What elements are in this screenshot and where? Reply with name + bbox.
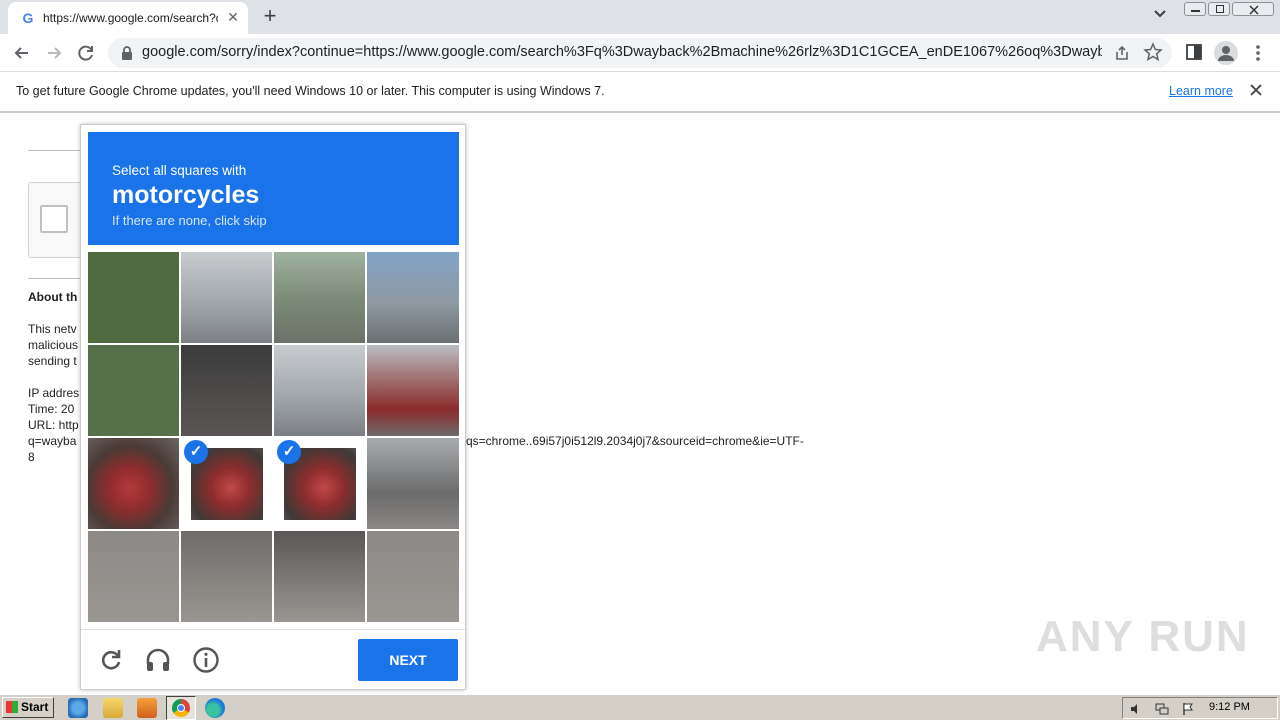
minimize-icon bbox=[1191, 10, 1200, 12]
windows-logo-icon bbox=[6, 701, 18, 713]
reload-challenge-icon[interactable] bbox=[96, 645, 126, 675]
lock-icon[interactable] bbox=[120, 45, 134, 61]
side-panel-icon[interactable] bbox=[1184, 42, 1204, 62]
time-line: Time: 20 bbox=[28, 402, 75, 416]
bookmark-star-icon[interactable] bbox=[1143, 42, 1163, 62]
grid-divider bbox=[88, 436, 459, 438]
anyrun-watermark: ANY RUN bbox=[1036, 612, 1250, 661]
grid-divider bbox=[88, 529, 459, 531]
address-bar[interactable]: google.com/sorry/index?continue=https://… bbox=[108, 38, 1172, 68]
close-icon bbox=[1249, 5, 1259, 15]
forward-arrow-icon bbox=[48, 47, 62, 59]
back-button[interactable] bbox=[9, 40, 35, 66]
reload-button[interactable] bbox=[73, 40, 99, 66]
help-info-icon[interactable] bbox=[191, 645, 221, 675]
back-arrow-icon bbox=[14, 47, 28, 59]
ip-address-line: IP addres bbox=[28, 386, 80, 400]
challenge-instruction: Select all squares with bbox=[112, 163, 247, 178]
system-clock[interactable]: 9:12 PM bbox=[1209, 701, 1250, 713]
about-heading: About th bbox=[28, 290, 78, 304]
grid-tile[interactable] bbox=[367, 345, 459, 437]
explanation-line: malicious bbox=[28, 338, 79, 352]
minimize-window-button[interactable] bbox=[1184, 2, 1206, 16]
explanation-line: This netv bbox=[28, 322, 77, 336]
tab-close-icon[interactable]: ✕ bbox=[224, 8, 242, 26]
media-player-icon[interactable] bbox=[137, 698, 157, 718]
challenge-hint: If there are none, click skip bbox=[112, 213, 267, 228]
system-tray: 9:12 PM bbox=[1122, 697, 1278, 719]
grid-tile[interactable] bbox=[181, 345, 273, 437]
url-line: URL: http bbox=[28, 418, 79, 432]
chrome-taskbar-button[interactable] bbox=[166, 696, 196, 720]
tab-title: https://www.google.com/search?q= bbox=[43, 11, 218, 25]
restore-window-button[interactable] bbox=[1208, 2, 1230, 16]
volume-icon[interactable] bbox=[1129, 702, 1143, 716]
selected-check-icon: ✓ bbox=[277, 440, 301, 464]
share-icon[interactable] bbox=[1113, 44, 1131, 62]
learn-more-link[interactable]: Learn more bbox=[1169, 84, 1233, 98]
grid-tile[interactable] bbox=[88, 252, 180, 344]
footer-divider bbox=[81, 629, 465, 630]
start-button[interactable]: Start bbox=[2, 697, 54, 718]
explanation-line: sending t bbox=[28, 354, 77, 368]
grid-divider bbox=[88, 343, 459, 345]
grid-tile[interactable] bbox=[88, 345, 180, 437]
url-line-continued-end: qs=chrome..69i57j0i512l9.2034j0j7&source… bbox=[466, 434, 804, 448]
url-text[interactable]: google.com/sorry/index?continue=https://… bbox=[142, 44, 1102, 62]
url-line-tail: 8 bbox=[28, 450, 35, 464]
forward-button[interactable] bbox=[41, 40, 67, 66]
challenge-header: Select all squares with motorcycles If t… bbox=[88, 132, 459, 245]
chrome-menu-icon[interactable] bbox=[1250, 41, 1266, 65]
grid-tile[interactable] bbox=[181, 252, 273, 344]
google-favicon-icon: G bbox=[22, 10, 34, 26]
infobar-message: To get future Google Chrome updates, you… bbox=[16, 84, 605, 98]
reload-icon bbox=[78, 45, 93, 61]
grid-tile[interactable] bbox=[367, 438, 459, 530]
url-line-continued: q=wayba bbox=[28, 434, 77, 448]
challenge-keyword: motorcycles bbox=[112, 181, 260, 209]
chrome-icon bbox=[172, 699, 190, 717]
grid-tile[interactable] bbox=[367, 531, 459, 622]
edge-icon[interactable] bbox=[205, 698, 225, 718]
grid-tile[interactable] bbox=[274, 345, 366, 437]
profile-avatar-icon[interactable] bbox=[1214, 41, 1238, 65]
selected-check-icon: ✓ bbox=[184, 440, 208, 464]
next-button[interactable]: NEXT bbox=[358, 639, 458, 681]
browser-tab[interactable]: G https://www.google.com/search?q= ✕ bbox=[8, 2, 248, 34]
grid-tile[interactable] bbox=[181, 531, 273, 622]
new-tab-button[interactable]: + bbox=[258, 5, 282, 29]
infobar-close-icon[interactable] bbox=[1246, 80, 1266, 100]
grid-tile[interactable] bbox=[88, 531, 180, 622]
file-explorer-icon[interactable] bbox=[103, 698, 123, 718]
start-label: Start bbox=[21, 700, 49, 714]
action-center-flag-icon[interactable] bbox=[1181, 702, 1195, 716]
divider-middle bbox=[28, 278, 80, 279]
internet-explorer-icon[interactable] bbox=[68, 698, 88, 718]
recaptcha-challenge-dialog: Select all squares with motorcycles If t… bbox=[80, 124, 466, 690]
divider-top bbox=[28, 150, 80, 151]
recaptcha-checkbox[interactable] bbox=[40, 205, 68, 233]
close-window-button[interactable] bbox=[1232, 2, 1274, 16]
tab-search-chevron-icon[interactable] bbox=[1150, 8, 1170, 26]
challenge-image-grid: ✓ ✓ bbox=[88, 252, 459, 622]
grid-tile[interactable] bbox=[88, 438, 180, 530]
audio-challenge-headphones-icon[interactable] bbox=[143, 645, 173, 675]
grid-tile[interactable] bbox=[274, 531, 366, 622]
grid-tile[interactable] bbox=[274, 252, 366, 344]
grid-tile[interactable] bbox=[367, 252, 459, 344]
restore-icon bbox=[1216, 5, 1224, 13]
windows-taskbar: Start 9:12 PM bbox=[0, 694, 1280, 720]
update-infobar: To get future Google Chrome updates, you… bbox=[0, 72, 1280, 113]
network-icon[interactable] bbox=[1155, 702, 1169, 716]
